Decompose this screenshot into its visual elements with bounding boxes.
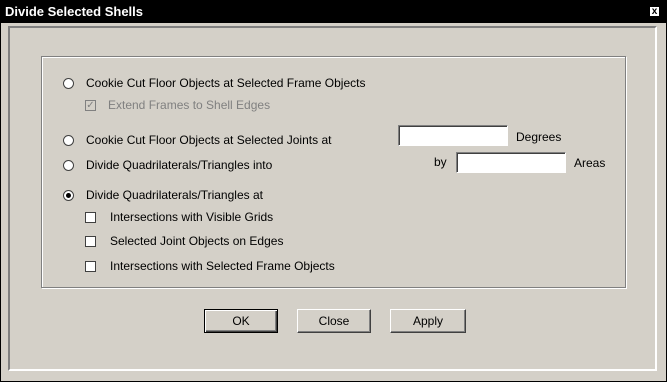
option-extend-frames-label: Extend Frames to Shell Edges: [108, 98, 271, 112]
checkbox-visible-grids[interactable]: [85, 212, 96, 223]
radio-cookie-cut-joints[interactable]: [63, 135, 74, 146]
by-label: by: [434, 155, 447, 169]
areas-input[interactable]: [456, 152, 566, 173]
option-divide-into-label: Divide Quadrilaterals/Triangles into: [86, 158, 273, 172]
title-bar[interactable]: Divide Selected Shells x: [1, 1, 666, 23]
ok-button[interactable]: OK: [204, 309, 278, 333]
radio-divide-into[interactable]: [63, 160, 74, 171]
close-button[interactable]: Close: [297, 309, 371, 333]
option-selected-frame-objects-label: Intersections with Selected Frame Object…: [110, 259, 335, 273]
degrees-unit-label: Degrees: [516, 130, 562, 144]
checkbox-extend-frames: ✓: [85, 100, 96, 111]
dialog-title: Divide Selected Shells: [5, 4, 144, 19]
checkbox-joint-objects-edges[interactable]: [85, 236, 96, 247]
checkbox-selected-frame-objects[interactable]: [85, 261, 96, 272]
degrees-input[interactable]: [398, 125, 508, 146]
areas-unit-label: Areas: [574, 156, 606, 170]
radio-cookie-cut-frames[interactable]: [63, 78, 74, 89]
option-joint-objects-edges-label: Selected Joint Objects on Edges: [110, 234, 284, 248]
option-divide-at-label: Divide Quadrilaterals/Triangles at: [86, 188, 263, 202]
option-cookie-cut-joints-label: Cookie Cut Floor Objects at Selected Joi…: [86, 133, 332, 147]
apply-button[interactable]: Apply: [390, 309, 466, 333]
option-cookie-cut-frames-label: Cookie Cut Floor Objects at Selected Fra…: [86, 76, 366, 90]
close-icon[interactable]: x: [649, 6, 660, 17]
option-visible-grids-label: Intersections with Visible Grids: [110, 210, 274, 224]
radio-divide-at[interactable]: [63, 190, 74, 201]
dialog-window: Divide Selected Shells x Cookie Cut Floo…: [0, 0, 667, 382]
